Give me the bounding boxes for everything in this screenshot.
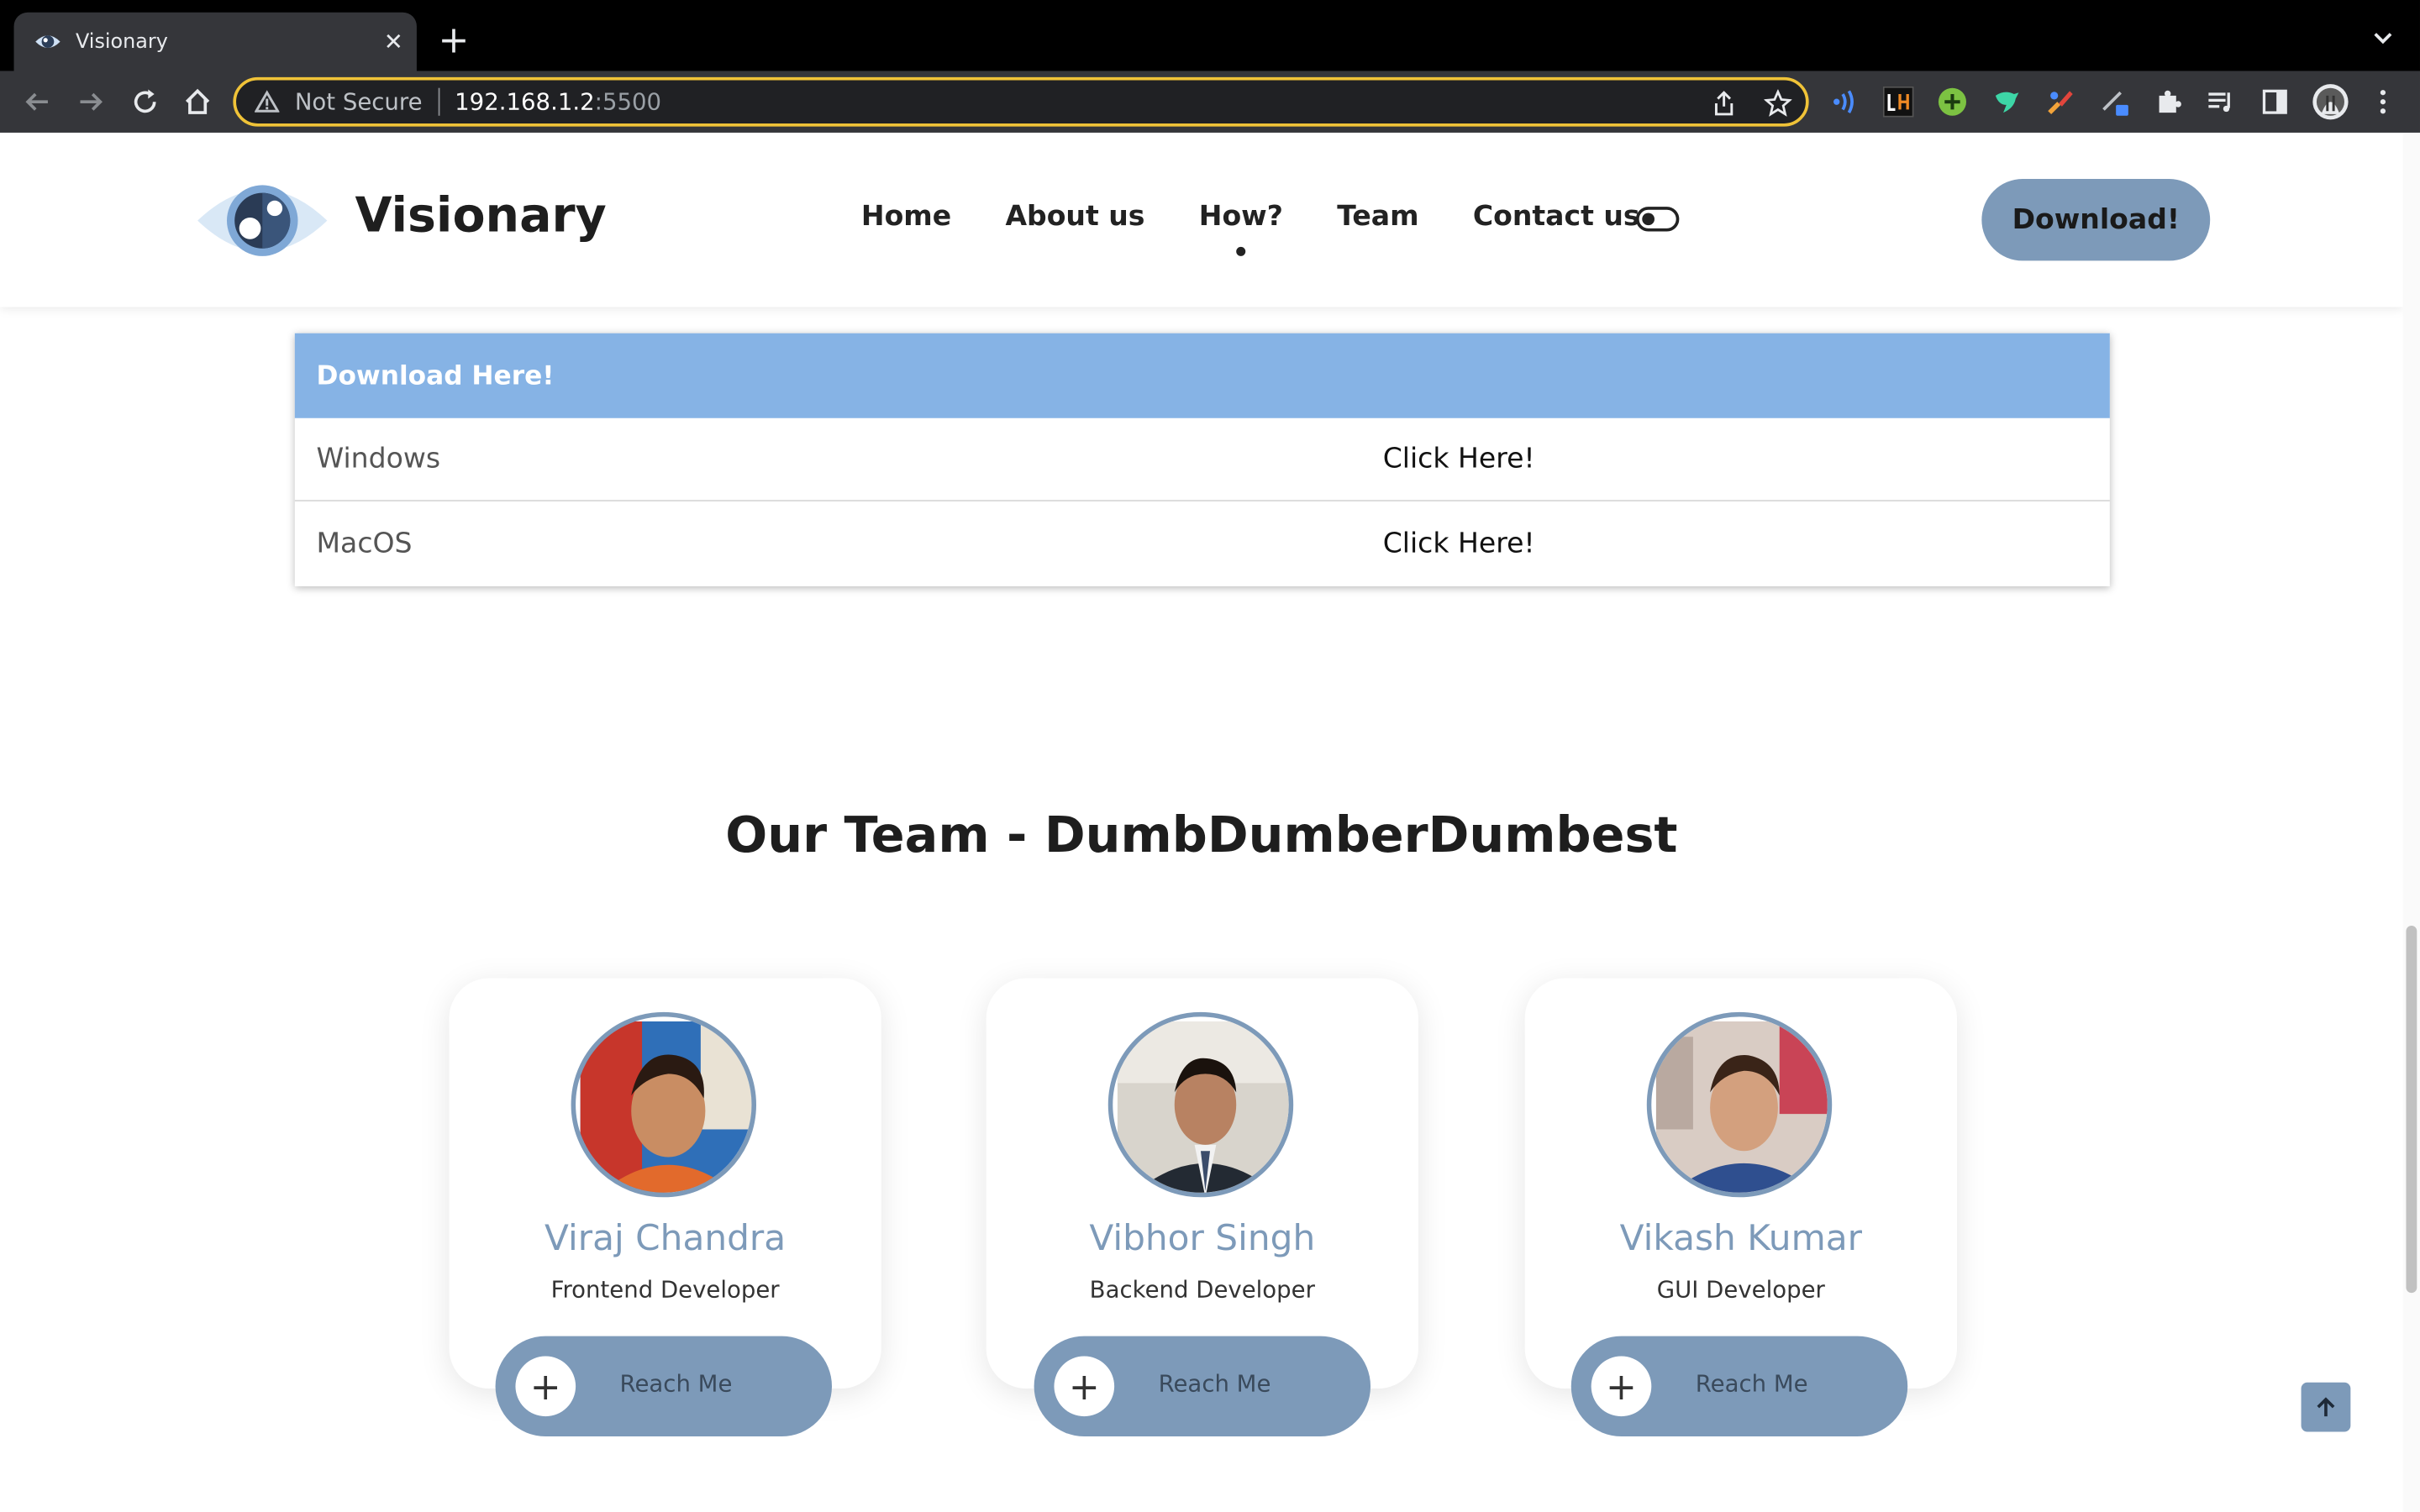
address-bar[interactable]: Not Secure 192.168.1.2:5500	[233, 76, 1809, 127]
share-icon[interactable]	[1710, 90, 1738, 118]
forward-arrow-icon[interactable]	[72, 83, 109, 120]
address-separator	[437, 87, 439, 116]
web-page: Visionary Home About us How? Team Contac…	[0, 132, 2420, 1512]
member-photo	[1107, 1011, 1294, 1198]
windows-download-link[interactable]: Click Here!	[1383, 443, 1535, 475]
reach-me-label: Reach Me	[1158, 1370, 1271, 1399]
active-nav-indicator	[1236, 246, 1246, 256]
brand-name[interactable]: Visionary	[355, 188, 606, 244]
not-secure-label: Not Secure	[294, 87, 423, 116]
media-queue-icon[interactable]	[2206, 87, 2237, 118]
team-card: Vibhor Singh Backend Developer	[986, 978, 1418, 1389]
kebab-menu-icon[interactable]	[2368, 87, 2399, 118]
tab-close-icon[interactable]: ✕	[371, 28, 417, 55]
member-name: Viraj Chandra	[544, 1219, 786, 1259]
theme-toggle-icon[interactable]	[1635, 207, 1680, 232]
os-name: Windows	[316, 443, 441, 475]
plus-extension-icon[interactable]	[1937, 87, 1968, 118]
team-card: Viraj Chandra Frontend Developer	[449, 978, 881, 1389]
nav-how[interactable]: How?	[1198, 200, 1283, 256]
os-name: MacOS	[316, 527, 413, 559]
member-name: Vibhor Singh	[1089, 1219, 1316, 1259]
profile-avatar-icon[interactable]	[2312, 83, 2349, 120]
download-button[interactable]: Download!	[1981, 179, 2211, 261]
member-role: Backend Developer	[1089, 1275, 1315, 1305]
browser-tab-strip: Visionary ✕ +	[0, 0, 2420, 71]
arrow-up-icon	[2317, 1397, 2335, 1417]
home-icon[interactable]	[179, 83, 216, 120]
reach-me-button[interactable]: + Reach Me	[1034, 1336, 1371, 1436]
reach-me-label: Reach Me	[1695, 1370, 1808, 1399]
nav-how-label: How?	[1198, 200, 1283, 234]
member-photo	[571, 1011, 756, 1198]
nav-home[interactable]: Home	[861, 201, 951, 234]
warning-icon	[254, 90, 281, 114]
reach-me-button[interactable]: + Reach Me	[1570, 1336, 1908, 1436]
nav-team[interactable]: Team	[1337, 201, 1418, 234]
puzzle-extension-icon[interactable]	[2153, 87, 2184, 118]
nav-about-us[interactable]: About us	[1005, 201, 1144, 234]
member-name: Vikash Kumar	[1619, 1219, 1862, 1259]
wifi-extension-icon[interactable]	[1829, 87, 1860, 118]
table-row: MacOS Click Here!	[295, 501, 2110, 585]
back-arrow-icon[interactable]	[18, 83, 55, 120]
reach-me-button[interactable]: + Reach Me	[495, 1336, 832, 1436]
eye-favicon-icon	[34, 28, 61, 55]
reach-me-label: Reach Me	[619, 1370, 733, 1399]
url-port: :5500	[594, 87, 662, 116]
bookmark-star-icon[interactable]	[1764, 89, 1792, 118]
lighthouse-extension-icon[interactable]	[1882, 86, 1914, 118]
page-scrollbar[interactable]	[2402, 132, 2420, 1512]
tab-title: Visionary	[75, 29, 168, 54]
nav-contact-us[interactable]: Contact us	[1473, 201, 1640, 234]
bird-extension-icon[interactable]	[1991, 87, 2022, 118]
toggle-knob	[1642, 212, 1655, 225]
member-role: Frontend Developer	[550, 1275, 780, 1305]
new-tab-button[interactable]: +	[435, 18, 472, 61]
browser-tab[interactable]: Visionary ✕	[13, 12, 417, 71]
download-table-heading: Download Here!	[294, 333, 2110, 418]
pen-extension-icon[interactable]	[2099, 87, 2130, 118]
side-panel-icon[interactable]	[2260, 87, 2291, 118]
visionary-logo-eye-icon[interactable]	[194, 175, 330, 267]
paint-extension-icon[interactable]	[2045, 87, 2076, 118]
url-host: 192.168.1.2	[455, 87, 595, 116]
member-photo	[1646, 1011, 1833, 1198]
main-nav: Home About us How? Team Contact us	[861, 200, 1694, 256]
scrollbar-thumb[interactable]	[2406, 926, 2417, 1294]
scroll-to-top-button[interactable]	[2301, 1382, 2351, 1432]
tab-search-chevron-icon[interactable]	[2368, 22, 2399, 53]
table-row: Windows Click Here!	[294, 418, 2110, 501]
browser-toolbar: Not Secure 192.168.1.2:5500	[0, 71, 2420, 133]
reload-icon[interactable]	[127, 83, 164, 120]
screen: Visionary ✕ + Not Secure 192.168.1.2:550…	[0, 0, 2420, 1512]
team-section-title: Our Team - DumbDumberDumbest	[725, 805, 1678, 864]
download-table: Download Here! Windows Click Here! MacOS…	[294, 333, 2110, 586]
team-card: Vikash Kumar GUI Developer	[1524, 978, 1957, 1389]
site-header: Visionary Home About us How? Team Contac…	[0, 132, 2403, 307]
macos-download-link[interactable]: Click Here!	[1383, 527, 1535, 559]
member-role: GUI Developer	[1656, 1275, 1825, 1305]
